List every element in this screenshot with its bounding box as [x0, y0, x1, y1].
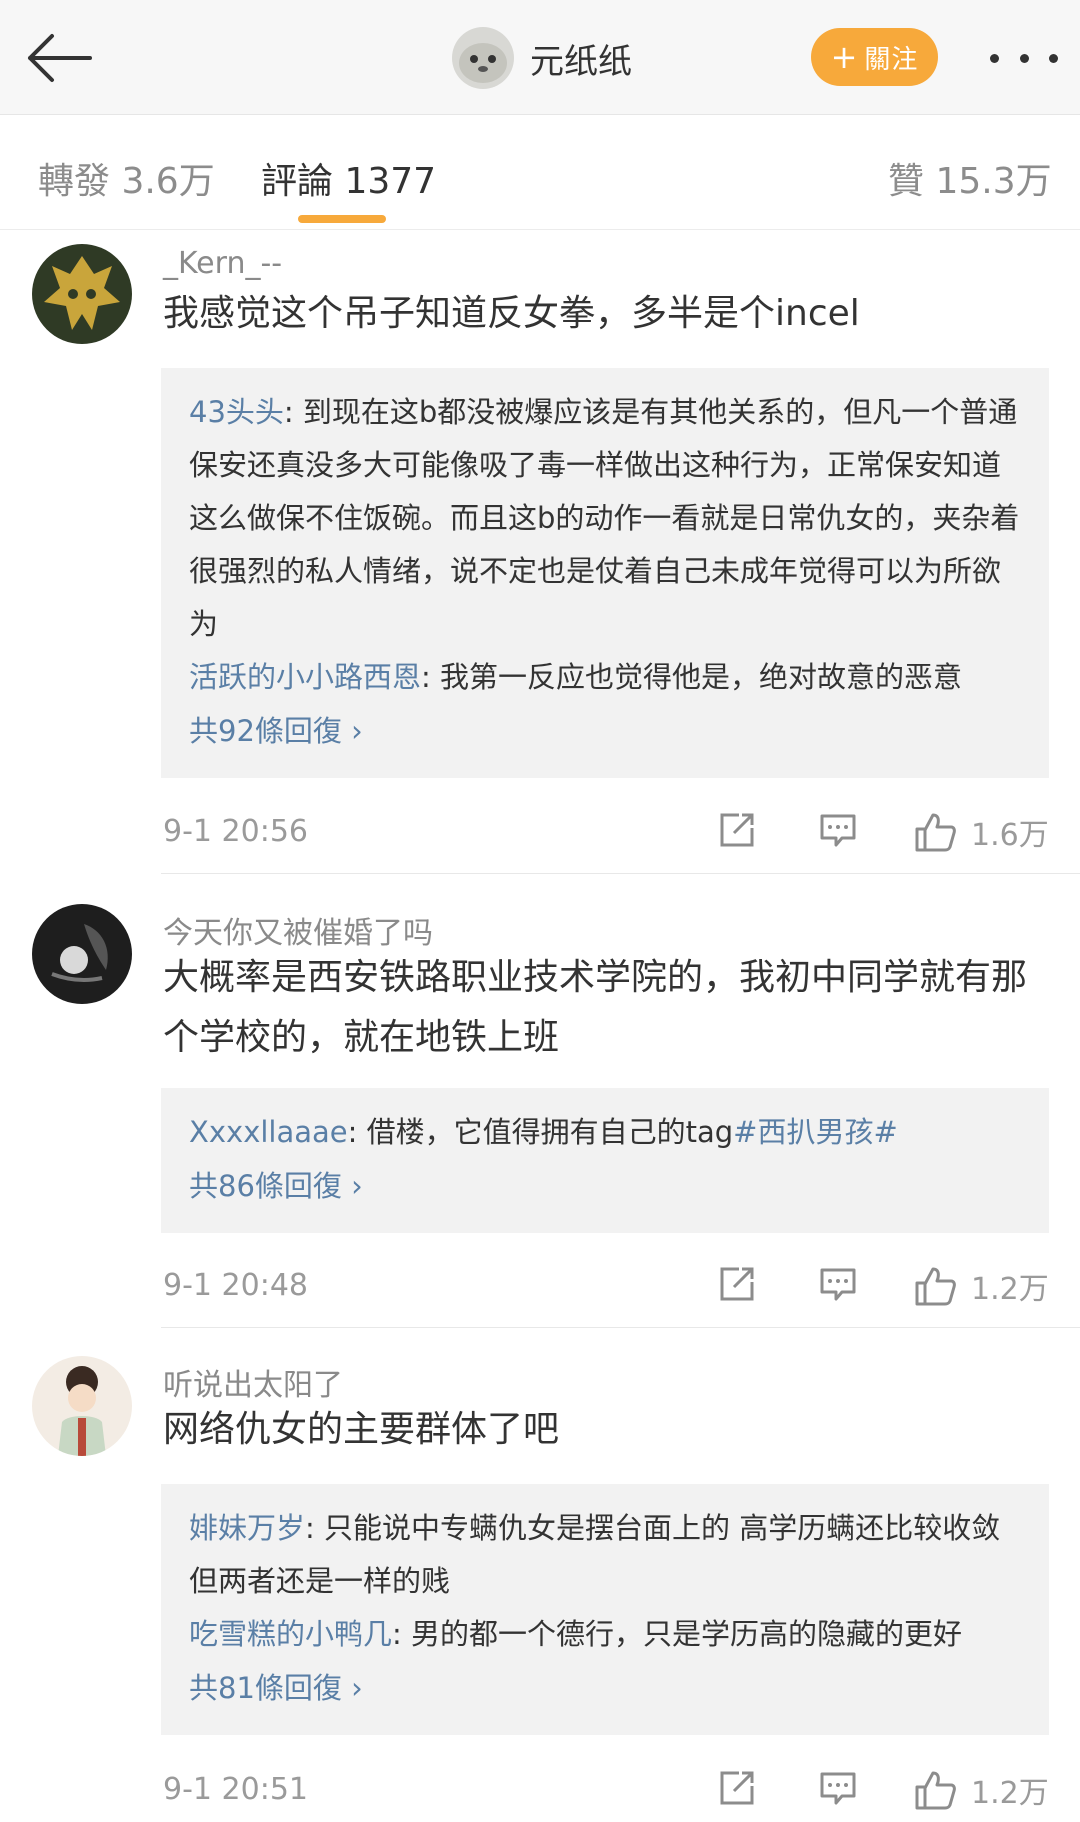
share-icon — [720, 1771, 754, 1805]
comment-icon — [820, 1772, 856, 1805]
reply: 活跃的小小路西恩: 我第一反应也觉得他是，绝对故意的恶意 — [189, 651, 1023, 704]
author-name[interactable]: 元纸纸 — [530, 34, 632, 83]
like-button[interactable]: 1.6万 — [913, 810, 1049, 854]
username[interactable]: _Kern_-- — [163, 246, 282, 281]
reply: Xxxxllaaae: 借楼，它值得拥有自己的tag#西扒男孩# — [189, 1106, 1023, 1159]
like-button[interactable]: 1.2万 — [913, 1264, 1049, 1308]
more-button[interactable] — [990, 48, 1058, 68]
divider — [161, 873, 1080, 874]
arrow-left-icon — [28, 34, 92, 82]
thumbs-up-icon — [915, 1267, 956, 1306]
top-bar: 元纸纸 + 關注 — [0, 0, 1080, 115]
plus-icon: + — [830, 38, 859, 76]
comment-button[interactable] — [818, 1264, 858, 1308]
reply: 婔妹万岁: 只能说中专螨仇女是摆台面上的 高学历螨还比较收敛 但两者还是一样的贱 — [189, 1502, 1023, 1608]
tab-likes[interactable]: 贊 15.3万 — [888, 152, 1052, 204]
comment-meta: 9-1 20:48 1.2万 — [163, 1258, 1049, 1314]
share-button[interactable] — [717, 810, 757, 854]
timestamp: 9-1 20:51 — [163, 1772, 308, 1807]
hashtag-link[interactable]: #西扒男孩# — [733, 1115, 898, 1149]
comment-text: 我感觉这个吊子知道反女拳，多半是个incel — [163, 293, 860, 334]
share-icon — [720, 813, 754, 847]
like-count: 1.6万 — [971, 818, 1049, 853]
divider — [161, 1327, 1080, 1328]
reply-text: : 我第一反应也觉得他是，绝对故意的恶意 — [421, 660, 963, 694]
username[interactable]: 听说出太阳了 — [163, 1360, 343, 1404]
reply-username[interactable]: 吃雪糕的小鸭几 — [189, 1617, 392, 1651]
reply-text: : 到现在这b都没被爆应该是有其他关系的，但凡一个普通保安还真没多大可能像吸了毒… — [189, 395, 1020, 641]
share-button[interactable] — [717, 1768, 757, 1812]
more-replies-link[interactable]: 共81條回復 › — [189, 1661, 1023, 1715]
back-button[interactable] — [22, 28, 94, 88]
more-replies-link[interactable]: 共92條回復 › — [189, 704, 1023, 758]
reply: 43头头: 到现在这b都没被爆应该是有其他关系的，但凡一个普通保安还真没多大可能… — [189, 386, 1023, 651]
comment-meta: 9-1 20:56 1.6万 — [163, 804, 1049, 860]
reply-username[interactable]: 43头头 — [189, 395, 284, 429]
comment-text: 大概率是西安铁路职业技术学院的，我初中同学就有那个学校的，就在地铁上班 — [163, 957, 1028, 1058]
reply-box[interactable]: Xxxxllaaae: 借楼，它值得拥有自己的tag#西扒男孩# 共86條回復 … — [161, 1088, 1049, 1233]
thumbs-up-icon — [915, 1771, 956, 1810]
comment-button[interactable] — [818, 810, 858, 854]
comment-button[interactable] — [818, 1768, 858, 1812]
timestamp: 9-1 20:56 — [163, 814, 308, 849]
like-count: 1.2万 — [971, 1272, 1049, 1307]
more-replies-link[interactable]: 共86條回復 › — [189, 1159, 1023, 1213]
timestamp: 9-1 20:48 — [163, 1268, 308, 1303]
reply-box[interactable]: 43头头: 到现在这b都没被爆应该是有其他关系的，但凡一个普通保安还真没多大可能… — [161, 368, 1049, 778]
avatar[interactable] — [32, 904, 132, 1004]
reply-text: : 男的都一个德行，只是学历高的隐藏的更好 — [392, 1617, 963, 1651]
like-count: 1.2万 — [971, 1776, 1049, 1811]
reply-text: : 借楼，它值得拥有自己的tag — [347, 1115, 734, 1149]
author-info[interactable]: 元纸纸 — [452, 26, 632, 90]
comment-meta: 9-1 20:51 1.2万 — [163, 1762, 1049, 1818]
author-avatar[interactable] — [452, 27, 514, 89]
reply-box[interactable]: 婔妹万岁: 只能说中专螨仇女是摆台面上的 高学历螨还比较收敛 但两者还是一样的贱… — [161, 1484, 1049, 1735]
tab-comments[interactable]: 評論 1377 — [261, 152, 436, 204]
active-tab-indicator — [298, 215, 386, 223]
comment-text: 网络仇女的主要群体了吧 — [163, 1409, 560, 1450]
follow-label: 關注 — [864, 44, 919, 75]
comment-icon — [820, 1268, 856, 1301]
tab-bar: 轉發 3.6万 評論 1377 贊 15.3万 — [0, 116, 1080, 230]
avatar[interactable] — [32, 1356, 132, 1456]
share-button[interactable] — [717, 1264, 757, 1308]
more-dots-icon — [990, 53, 999, 63]
username[interactable]: 今天你又被催婚了吗 — [163, 908, 433, 952]
avatar[interactable] — [32, 244, 132, 344]
like-button[interactable]: 1.2万 — [913, 1768, 1049, 1812]
tab-reposts[interactable]: 轉發 3.6万 — [38, 152, 215, 204]
comment-icon — [820, 814, 856, 847]
thumbs-up-icon — [915, 813, 956, 852]
reply-username[interactable]: 婔妹万岁 — [189, 1511, 305, 1545]
reply-username[interactable]: Xxxxllaaae — [189, 1115, 348, 1149]
share-icon — [720, 1267, 754, 1301]
reply-text: : 只能说中专螨仇女是摆台面上的 高学历螨还比较收敛 但两者还是一样的贱 — [189, 1511, 1001, 1598]
reply: 吃雪糕的小鸭几: 男的都一个德行，只是学历高的隐藏的更好 — [189, 1608, 1023, 1661]
follow-button[interactable]: + 關注 — [811, 28, 938, 86]
reply-username[interactable]: 活跃的小小路西恩 — [189, 660, 421, 694]
